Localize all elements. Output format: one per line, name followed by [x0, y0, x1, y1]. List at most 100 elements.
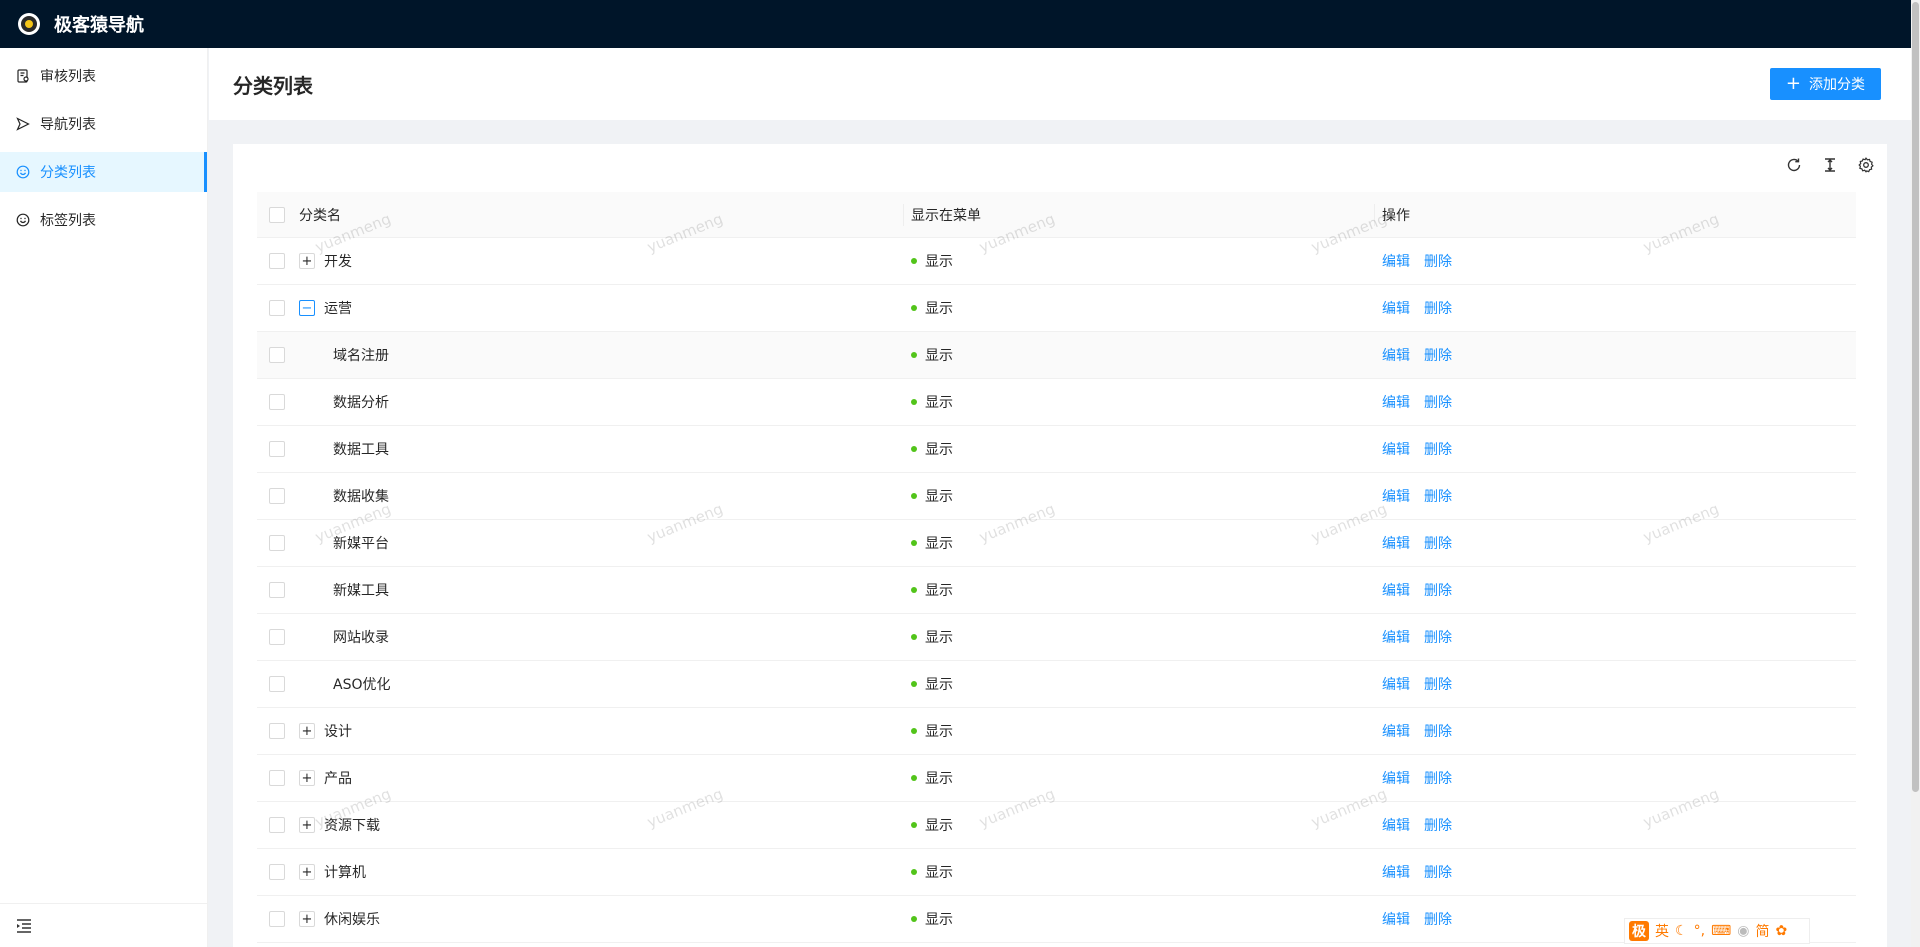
row-checkbox[interactable]	[269, 817, 285, 833]
ime-settings-icon[interactable]: ✿	[1775, 923, 1787, 939]
edit-link[interactable]: 编辑	[1382, 298, 1410, 318]
ime-script-toggle[interactable]: 简	[1755, 921, 1769, 941]
reload-icon[interactable]	[1785, 156, 1803, 174]
status-dot-icon	[911, 822, 917, 828]
edit-link[interactable]: 编辑	[1382, 815, 1410, 835]
row-checkbox[interactable]	[269, 441, 285, 457]
edit-link[interactable]: 编辑	[1382, 768, 1410, 788]
delete-link[interactable]: 删除	[1424, 533, 1452, 553]
sidebar-item-label: 导航列表	[40, 117, 96, 133]
delete-link[interactable]: 删除	[1424, 580, 1452, 600]
row-checkbox[interactable]	[269, 864, 285, 880]
row-checkbox[interactable]	[269, 488, 285, 504]
row-checkbox[interactable]	[269, 676, 285, 692]
show-status: 显示	[925, 536, 953, 552]
row-checkbox[interactable]	[269, 629, 285, 645]
add-category-label: 添加分类	[1809, 77, 1865, 93]
settings-gear-icon[interactable]	[1857, 156, 1875, 174]
show-status: 显示	[925, 254, 953, 270]
edit-link[interactable]: 编辑	[1382, 345, 1410, 365]
sidebar-item-1[interactable]: 导航列表	[0, 104, 207, 144]
table-row: 新媒平台 显示 编辑 删除	[257, 520, 1856, 567]
collapse-sidebar-button[interactable]	[0, 903, 207, 947]
table-row: 数据工具 显示 编辑 删除	[257, 426, 1856, 473]
delete-link[interactable]: 删除	[1424, 768, 1452, 788]
row-checkbox[interactable]	[269, 770, 285, 786]
delete-link[interactable]: 删除	[1424, 909, 1452, 929]
column-height-icon[interactable]	[1821, 156, 1839, 174]
delete-link[interactable]: 删除	[1424, 627, 1452, 647]
sidebar-item-0[interactable]: 审核列表	[0, 56, 207, 96]
table-row: 新媒工具 显示 编辑 删除	[257, 567, 1856, 614]
edit-link[interactable]: 编辑	[1382, 533, 1410, 553]
row-checkbox[interactable]	[269, 347, 285, 363]
moon-icon[interactable]: ☾	[1675, 923, 1688, 939]
status-dot-icon	[911, 258, 917, 264]
expand-row-icon[interactable]: +	[299, 253, 315, 269]
delete-link[interactable]: 删除	[1424, 721, 1452, 741]
edit-link[interactable]: 编辑	[1382, 674, 1410, 694]
row-checkbox[interactable]	[269, 300, 285, 316]
delete-link[interactable]: 删除	[1424, 298, 1452, 318]
edit-link[interactable]: 编辑	[1382, 439, 1410, 459]
row-checkbox[interactable]	[269, 535, 285, 551]
status-dot-icon	[911, 869, 917, 875]
expand-row-icon[interactable]: +	[299, 911, 315, 927]
collapse-row-icon[interactable]: −	[299, 300, 315, 316]
sidebar-item-3[interactable]: 标签列表	[0, 200, 207, 240]
scrollbar-thumb[interactable]	[1912, 2, 1919, 792]
row-checkbox[interactable]	[269, 723, 285, 739]
status-dot-icon	[911, 352, 917, 358]
delete-link[interactable]: 删除	[1424, 674, 1452, 694]
table-row: 数据分析 显示 编辑 删除	[257, 379, 1856, 426]
category-name: 资源下载	[324, 818, 380, 834]
keyboard-icon[interactable]: ⌨	[1711, 923, 1731, 939]
category-name: 域名注册	[333, 348, 389, 364]
delete-link[interactable]: 删除	[1424, 345, 1452, 365]
delete-link[interactable]: 删除	[1424, 486, 1452, 506]
delete-link[interactable]: 删除	[1424, 392, 1452, 412]
table-row: + 资源下载 显示 编辑 删除	[257, 802, 1856, 849]
user-icon[interactable]: ◉	[1737, 923, 1749, 939]
edit-link[interactable]: 编辑	[1382, 862, 1410, 882]
expand-row-icon[interactable]: +	[299, 723, 315, 739]
page-scrollbar[interactable]	[1911, 0, 1920, 947]
delete-link[interactable]: 删除	[1424, 862, 1452, 882]
delete-link[interactable]: 删除	[1424, 815, 1452, 835]
show-status: 显示	[925, 301, 953, 317]
punctuation-icon[interactable]: °,	[1694, 923, 1705, 939]
edit-link[interactable]: 编辑	[1382, 392, 1410, 412]
sidebar-item-2[interactable]: 分类列表	[0, 152, 207, 192]
edit-link[interactable]: 编辑	[1382, 580, 1410, 600]
delete-link[interactable]: 删除	[1424, 251, 1452, 271]
edit-link[interactable]: 编辑	[1382, 486, 1410, 506]
category-name: 数据收集	[333, 489, 389, 505]
expand-row-icon[interactable]: +	[299, 864, 315, 880]
expand-row-icon[interactable]: +	[299, 770, 315, 786]
edit-link[interactable]: 编辑	[1382, 251, 1410, 271]
send-icon	[16, 117, 30, 131]
add-category-button[interactable]: + 添加分类	[1769, 68, 1881, 100]
edit-link[interactable]: 编辑	[1382, 627, 1410, 647]
edit-link[interactable]: 编辑	[1382, 909, 1410, 929]
expand-row-icon[interactable]: +	[299, 817, 315, 833]
row-checkbox[interactable]	[269, 253, 285, 269]
page-header: 分类列表 + 添加分类	[209, 48, 1911, 120]
table-body: + 开发 显示 编辑 删除 − 运营 显示 编辑 删除 域名注册 显示 编辑 删除 数据分析 显示 编辑 删除 数据…	[257, 238, 1856, 943]
delete-link[interactable]: 删除	[1424, 439, 1452, 459]
ime-toolbar[interactable]: 极 英 ☾ °, ⌨ ◉ 简 ✿	[1624, 918, 1810, 944]
ime-lang-toggle[interactable]: 英	[1655, 921, 1669, 941]
row-checkbox[interactable]	[269, 582, 285, 598]
category-name: 新媒工具	[333, 583, 389, 599]
row-checkbox[interactable]	[269, 394, 285, 410]
status-dot-icon	[911, 399, 917, 405]
sidebar-item-label: 审核列表	[40, 69, 96, 85]
status-dot-icon	[911, 681, 917, 687]
select-all-checkbox[interactable]	[269, 206, 285, 223]
table-row: 域名注册 显示 编辑 删除	[257, 332, 1856, 379]
row-checkbox[interactable]	[269, 911, 285, 927]
edit-link[interactable]: 编辑	[1382, 721, 1410, 741]
show-status: 显示	[925, 395, 953, 411]
sidebar-item-label: 分类列表	[40, 165, 96, 181]
category-name: 产品	[324, 771, 352, 787]
